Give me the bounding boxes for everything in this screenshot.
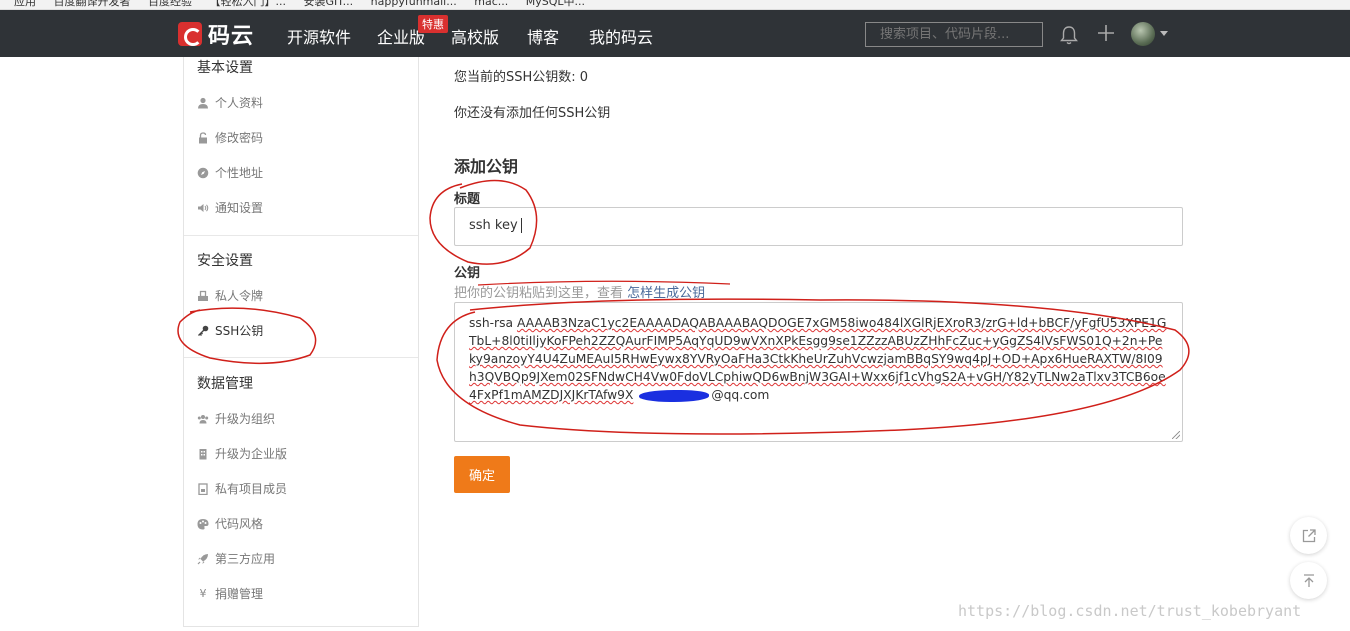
bookmark-item[interactable]: 百度经验 [148,0,192,7]
sidebar-item-label: 通知设置 [215,201,264,215]
add-key-heading: 添加公钥 [454,157,519,176]
sidebar-item-profile[interactable]: 个人资料 [197,94,263,111]
rocket-icon [197,553,209,565]
no-keys-message: 你还没有添加任何SSH公钥 [454,106,611,121]
building-icon [197,448,209,460]
sidebar-item-private-members[interactable]: 私有项目成员 [197,480,287,497]
ssh-key-count: 您当前的SSH公钥数: 0 [454,70,589,85]
yen-icon: ¥ [199,586,207,600]
avatar[interactable] [1131,22,1155,46]
sidebar-item-label: 修改密码 [215,131,264,145]
how-to-generate-key-link[interactable]: 怎样生成公钥 [627,286,705,301]
sidebar-item-code-style[interactable]: 代码风格 [197,515,263,532]
site-logo[interactable]: 码云 [178,22,254,49]
bookmark-item[interactable]: MySQL中... [526,0,585,7]
lock-icon [197,131,209,144]
sidebar-item-third-party-apps[interactable]: 第三方应用 [197,550,275,567]
sidebar-item-upgrade-enterprise[interactable]: 升级为企业版 [197,445,287,462]
section-basic-settings: 基本设置 [197,60,253,76]
palette-icon [197,518,209,530]
sidebar-item-label: 私有项目成员 [215,482,288,496]
volume-icon [197,202,209,214]
redaction-mark [639,389,710,402]
key-type: ssh-rsa [469,316,514,330]
section-data-management: 数据管理 [197,376,253,392]
title-label: 标题 [454,192,481,207]
key-title-input[interactable]: ssh key [454,207,1183,246]
key-hint-text: 把你的公钥粘贴到这里，查看 [454,286,628,301]
external-link-icon [1302,528,1316,542]
bookmark-item[interactable]: happyfunmall... [371,0,457,7]
sidebar-item-private-token[interactable]: 私人令牌 [197,287,263,304]
compass-icon [197,167,209,179]
key-label: 公钥 [454,266,481,281]
sidebar-item-label: 个性地址 [215,166,264,180]
settings-sidebar: 基本设置 个人资料 修改密码 个性地址 通知设置 安全设置 私人令牌 SSH公钥… [183,57,419,627]
chevron-down-icon[interactable] [1160,31,1168,36]
key-icon [197,325,209,337]
nav-blog[interactable]: 博客 [527,24,559,48]
key-body: AAAAB3NzaC1yc2EAAAADAQABAAABAQDOGE7xGM58… [469,316,1167,402]
arrow-up-icon [1303,573,1314,587]
sidebar-item-upgrade-org[interactable]: 升级为组织 [197,410,275,427]
search-input[interactable] [865,22,1043,47]
logo-icon [178,22,202,46]
sidebar-item-label: 捐赠管理 [215,587,264,601]
sidebar-item-label: 升级为企业版 [215,447,288,461]
sidebar-item-label: SSH公钥 [215,324,264,338]
member-icon [197,482,209,495]
key-email-suffix: @qq.com [711,388,770,402]
user-icon [197,97,209,109]
sidebar-item-label: 私人令牌 [215,289,264,303]
enterprise-promo-badge: 特惠 [418,15,448,33]
key-hint: 把你的公钥粘贴到这里，查看 怎样生成公钥 [454,282,705,301]
top-navbar: 码云 开源软件 企业版 特惠 高校版 博客 我的码云 [0,10,1350,57]
bookmark-item[interactable]: 【轻松入门】... [210,0,287,7]
sidebar-item-label: 个人资料 [215,96,264,110]
resize-handle[interactable] [1172,431,1180,439]
sidebar-item-notifications[interactable]: 通知设置 [197,199,263,216]
logo-text: 码云 [208,24,255,49]
bookmarks-bar: 应用 百度翻译开发者 百度经验 【轻松入门】... 安装GIT... happy… [0,0,1350,10]
users-icon [197,413,209,425]
confirm-button[interactable]: 确定 [454,456,510,493]
bookmark-item[interactable]: 百度翻译开发者 [54,0,131,7]
bookmark-item[interactable]: mac... [474,0,508,7]
token-icon [197,290,209,302]
plus-icon[interactable] [1096,23,1116,43]
nav-education[interactable]: 高校版 [451,24,499,48]
sidebar-item-label: 代码风格 [215,517,264,531]
nav-open-source[interactable]: 开源软件 [287,24,351,48]
key-title-value: ssh key [469,218,518,233]
back-to-top-button[interactable] [1290,562,1327,599]
sidebar-item-donations[interactable]: ¥ 捐赠管理 [197,585,264,602]
sidebar-item-change-password[interactable]: 修改密码 [197,129,263,146]
bookmark-item[interactable]: 安装GIT... [304,0,354,7]
bookmark-item[interactable]: 应用 [14,0,36,7]
watermark: https://blog.csdn.net/trust_kobebryant [958,602,1302,620]
sidebar-item-custom-url[interactable]: 个性地址 [197,164,263,181]
text-cursor [520,218,522,233]
sidebar-item-ssh-keys[interactable]: SSH公钥 [197,322,263,339]
divider [184,235,418,236]
bell-icon[interactable] [1058,24,1080,46]
sidebar-item-label: 升级为组织 [215,412,276,426]
sidebar-item-label: 第三方应用 [215,552,276,566]
divider [184,357,418,358]
nav-my-gitee[interactable]: 我的码云 [589,24,653,48]
share-button[interactable] [1290,517,1327,554]
public-key-textarea[interactable]: ssh-rsa AAAAB3NzaC1yc2EAAAADAQABAAABAQDO… [454,302,1183,442]
section-security-settings: 安全设置 [197,253,253,269]
